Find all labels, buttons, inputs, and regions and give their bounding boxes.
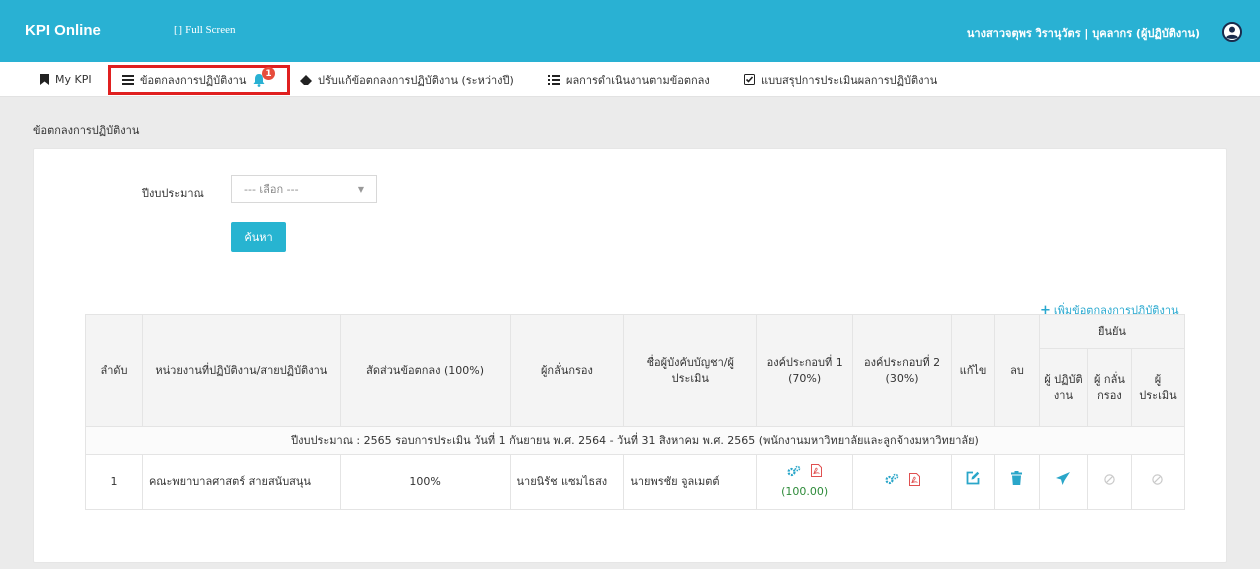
agreement-table: ลำดับ หน่วยงานที่ปฏิบัติงาน/สายปฏิบัติงา…: [85, 314, 1186, 510]
cell-supervisor: นายพรชัย จูลเมตต์: [623, 454, 758, 510]
fiscal-year-select[interactable]: --- เลือก --- ▼: [231, 175, 377, 203]
cell-ratio: 100%: [339, 454, 511, 510]
cell-unit: คณะพยาบาลศาสตร์ สายสนับสนุน: [141, 454, 341, 510]
header-comp1: องค์ประกอบที่ 1 (70%): [756, 314, 854, 427]
edit-icon[interactable]: [966, 471, 980, 485]
expand-icon: [ ]: [174, 24, 182, 36]
cell-confirm-evaluator: [1130, 454, 1186, 510]
check-square-icon: [744, 74, 755, 85]
list-ol-icon: [548, 74, 560, 85]
cell-screener: นายนิรัช แซมไธสง: [509, 454, 625, 510]
header-confirm: ยืนยัน: [1038, 314, 1186, 349]
bookmark-icon: [40, 74, 49, 85]
cell-comp2: [852, 454, 953, 510]
search-button[interactable]: ค้นหา: [231, 222, 286, 252]
cell-comp1: (100.00): [756, 454, 854, 510]
header-ratio: สัดส่วนข้อตกลง (100%): [339, 314, 511, 427]
header-comp2: องค์ประกอบที่ 2 (30%): [852, 314, 953, 427]
nav-label: แบบสรุปการประเมินผลการปฏิบัติงาน: [761, 73, 938, 87]
header-confirm-evaluator: ผู้ ประเมิน: [1130, 348, 1186, 427]
header-unit: หน่วยงานที่ปฏิบัติงาน/สายปฏิบัติงาน: [141, 314, 341, 427]
cell-delete: [994, 454, 1040, 510]
fullscreen-button[interactable]: [ ] Full Screen: [174, 24, 236, 36]
user-circle-icon[interactable]: [1222, 22, 1242, 42]
nav-label: My KPI: [55, 73, 92, 86]
top-bar: KPI Online [ ] Full Screen นางสาวจตุพร ว…: [0, 0, 1260, 62]
header-confirm-screener: ผู้ กลั่น กรอง: [1086, 348, 1132, 427]
header-screener: ผู้กลั่นกรอง: [509, 314, 625, 427]
page-title: ข้อตกลงการปฏิบัติงาน: [33, 124, 140, 137]
trash-icon[interactable]: [1011, 471, 1023, 486]
send-icon[interactable]: [1056, 472, 1071, 486]
select-value: --- เลือก ---: [244, 183, 299, 196]
header-confirm-worker: ผู้ ปฏิบัติ งาน: [1038, 348, 1088, 427]
table-row: 1 คณะพยาบาลศาสตร์ สายสนับสนุน 100% นายนิ…: [85, 454, 1186, 510]
header-seq: ลำดับ: [85, 314, 143, 427]
nav-summary[interactable]: แบบสรุปการประเมินผลการปฏิบัติงาน: [744, 62, 937, 97]
nav-label: ผลการดำเนินงานตามข้อตกลง: [566, 73, 710, 87]
nav-label: ปรับแก้ข้อตกลงการปฏิบัติงาน (ระหว่างปี): [318, 73, 514, 87]
ban-icon: [1152, 474, 1164, 485]
fiscal-year-group-row: ปีงบประมาณ : 2565 รอบการประเมิน วันที่ 1…: [85, 426, 1185, 455]
header-supervisor: ชื่อผู้บังคับบัญชา/ผู้ประเมิน: [623, 314, 758, 427]
cell-edit: [951, 454, 996, 510]
comp1-score: (100.00): [781, 484, 829, 498]
fiscal-year-label: ปีงบประมาณ: [142, 187, 204, 200]
cell-confirm-worker: [1038, 454, 1088, 510]
pdf-file-icon[interactable]: [908, 472, 920, 486]
header-delete: ลบ: [994, 314, 1040, 427]
caret-down-icon: ▼: [357, 184, 364, 194]
nav-results[interactable]: ผลการดำเนินงานตามข้อตกลง: [548, 62, 710, 97]
fullscreen-label: Full Screen: [185, 24, 236, 36]
brand-logo[interactable]: KPI Online: [25, 22, 101, 39]
user-name[interactable]: นางสาวจตุพร วิรานุวัตร | บุคลากร (ผู้ปฏิ…: [967, 24, 1200, 42]
cell-confirm-screener: [1086, 454, 1132, 510]
gears-icon[interactable]: [787, 465, 801, 477]
ban-icon: [1104, 474, 1115, 485]
gears-icon[interactable]: [884, 473, 899, 485]
eraser-icon: [300, 74, 312, 85]
notification-badge: 1: [262, 67, 275, 80]
nav-my-kpi[interactable]: My KPI: [40, 62, 92, 97]
pdf-file-icon[interactable]: [811, 464, 823, 478]
cell-seq: 1: [85, 454, 143, 510]
header-edit: แก้ไข: [951, 314, 996, 427]
nav-revise-agreement[interactable]: ปรับแก้ข้อตกลงการปฏิบัติงาน (ระหว่างปี): [300, 62, 514, 97]
